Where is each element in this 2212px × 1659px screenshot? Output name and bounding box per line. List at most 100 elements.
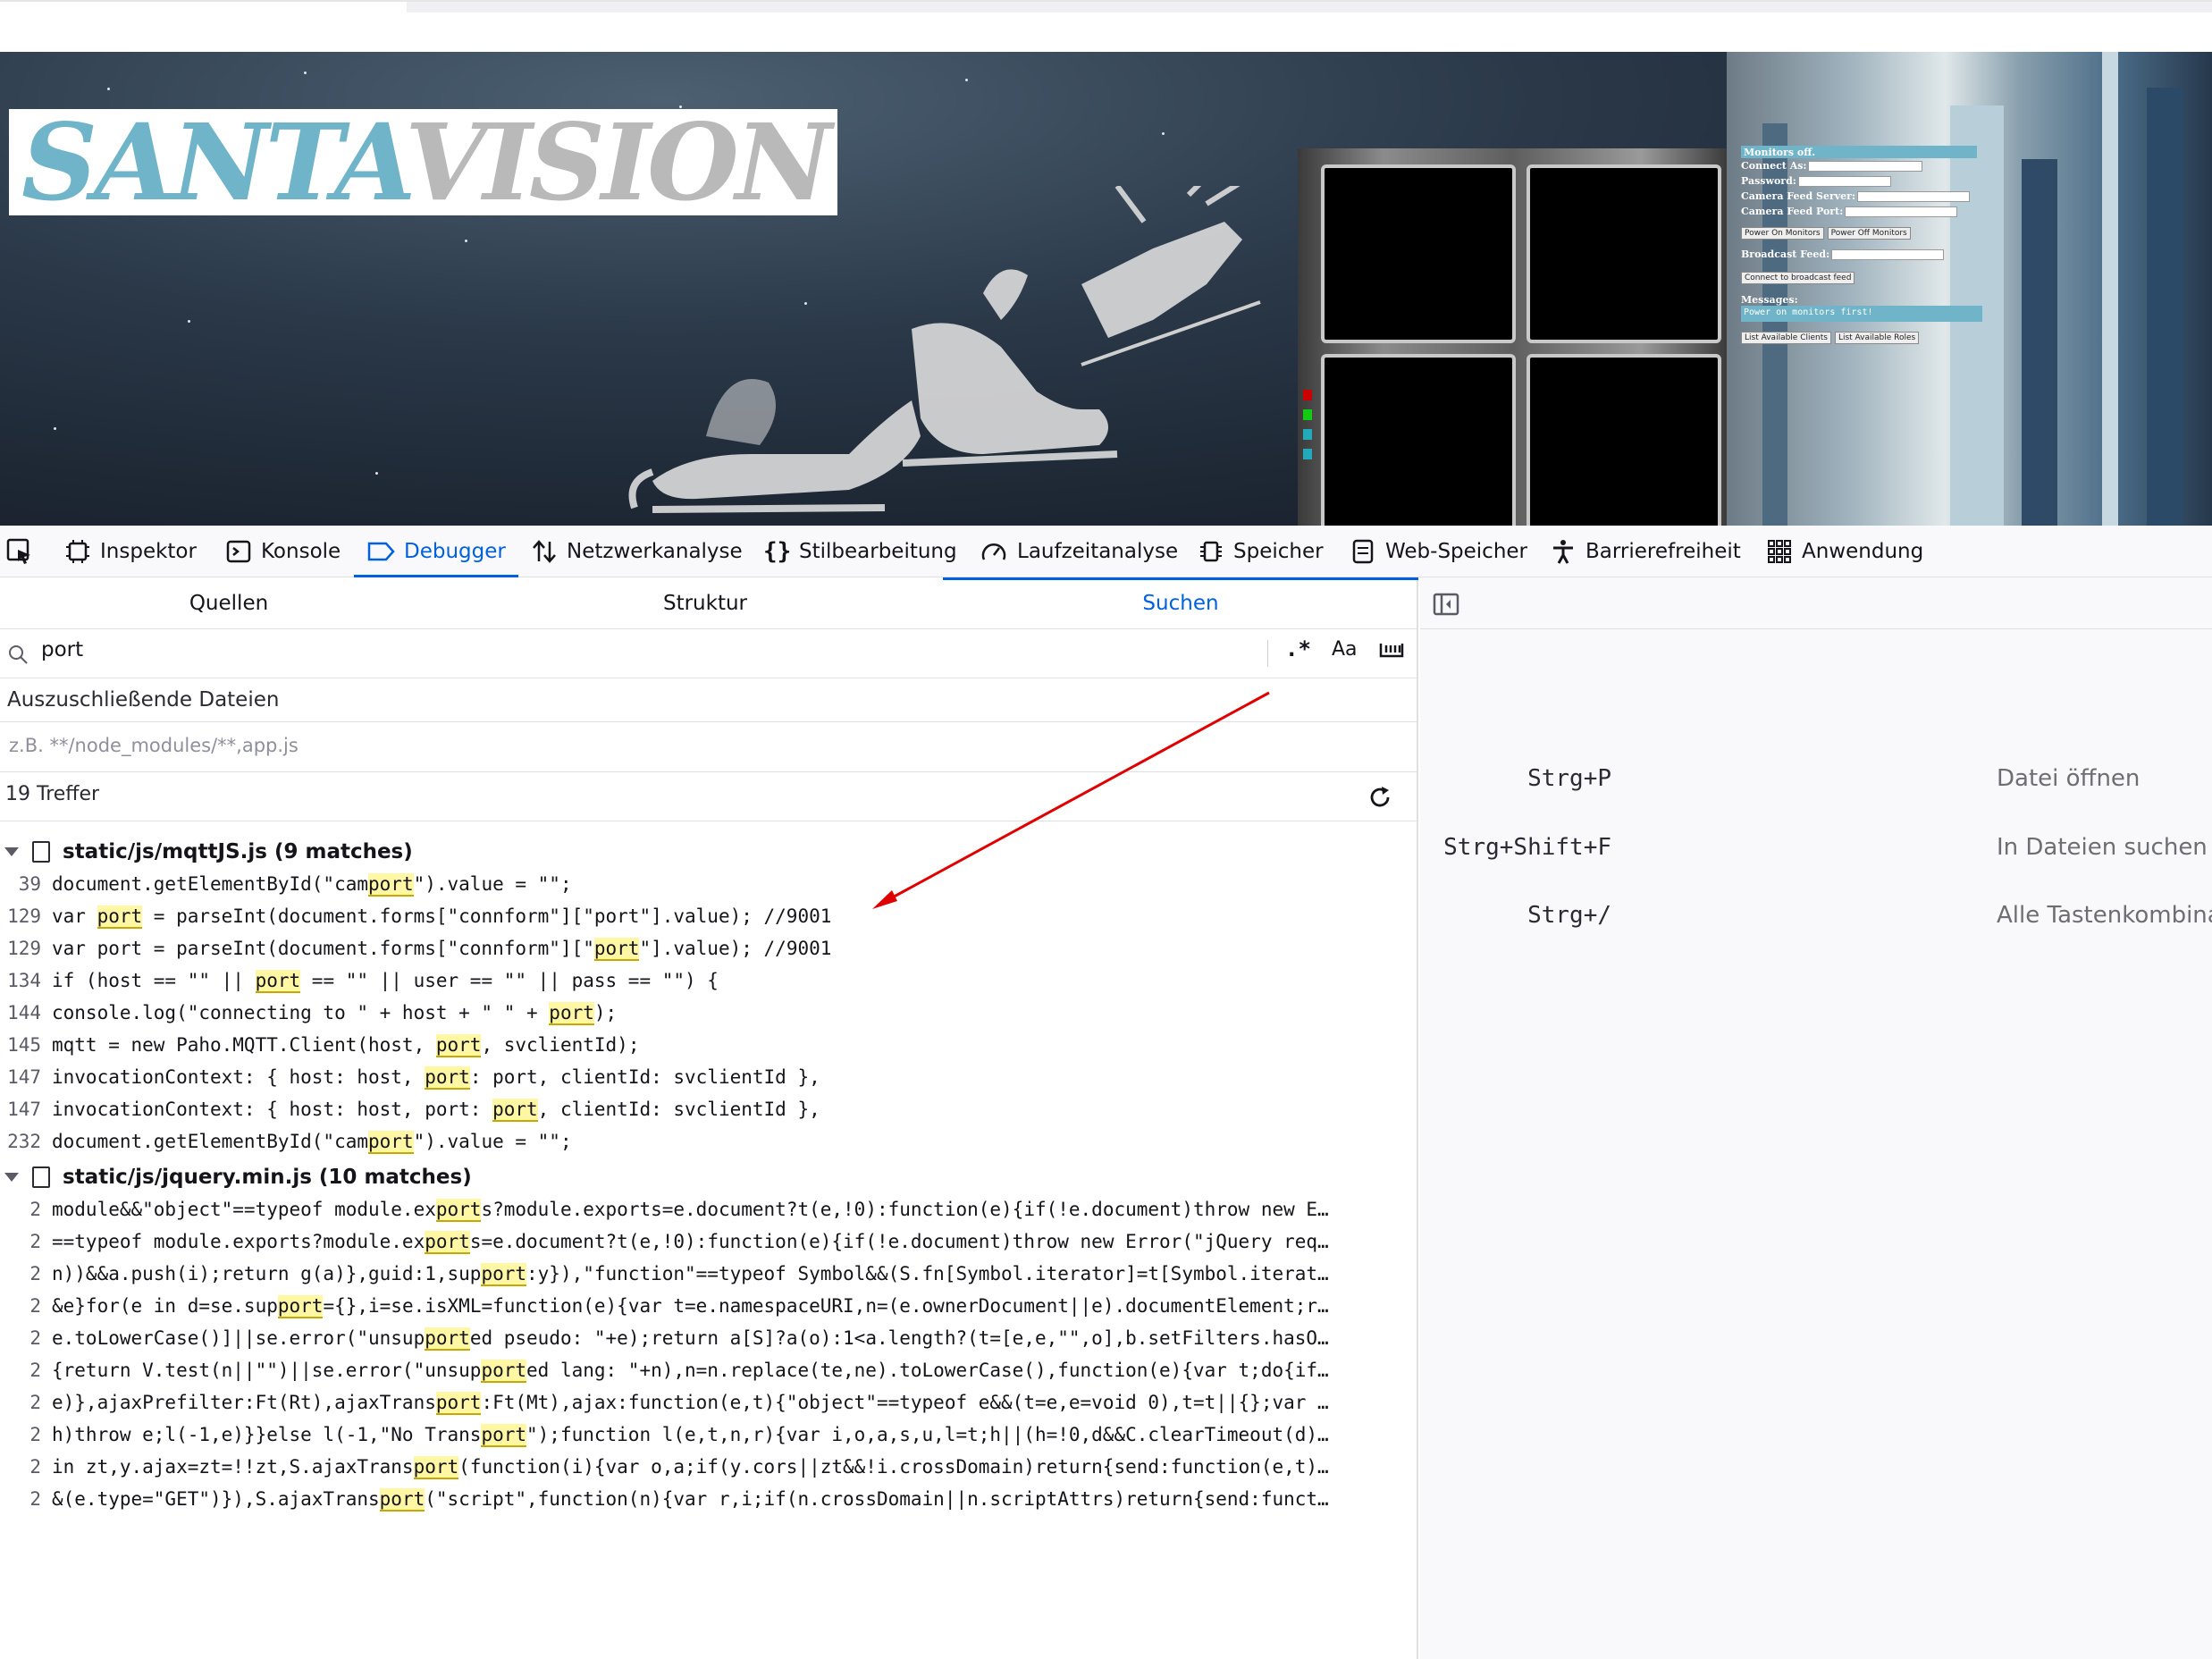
result-line[interactable]: 147 invocationContext: { host: host, port… [0, 1093, 1418, 1125]
list-clients-button[interactable]: List Available Clients [1741, 332, 1831, 344]
line-code: invocationContext: { host: host, port: p… [52, 1099, 820, 1122]
line-number: 2 [29, 1327, 41, 1349]
collapse-triangle-icon[interactable] [2, 836, 23, 868]
result-line[interactable]: 129 var port = parseInt(document.forms["c… [0, 932, 1418, 964]
line-number: 2 [29, 1295, 41, 1317]
tab-network-label: Netzwerkanalyse [567, 540, 743, 563]
grid-icon [1768, 540, 1791, 563]
tab-application[interactable]: Anwendung [1766, 526, 1923, 577]
collapse-triangle-icon[interactable] [2, 1161, 23, 1193]
search-input[interactable]: port [41, 638, 83, 661]
monitor-screen [1321, 164, 1516, 343]
tab-network[interactable]: Netzwerkanalyse [531, 526, 743, 577]
match-highlight: port [425, 1066, 470, 1090]
braces-icon: {} [763, 538, 792, 565]
tab-accessibility[interactable]: Barrierefreiheit [1550, 526, 1741, 577]
chip-icon [1200, 541, 1222, 562]
match-highlight: port [481, 1263, 527, 1286]
debugger-editor-placeholder: Strg+P Datei öffnen Strg+Shift+F In Dateien… [1420, 577, 2212, 1659]
regex-toggle[interactable]: .* [1285, 636, 1311, 661]
tab-inspector-label: Inspektor [100, 540, 197, 563]
element-picker-button[interactable] [5, 526, 34, 577]
result-line[interactable]: 2 e)},ajaxPrefilter:Ft(Rt),ajaxTransport:… [0, 1386, 1418, 1419]
tab-console[interactable]: Konsole [225, 526, 341, 577]
result-line[interactable]: 129 var port = parseInt(document.forms["c… [0, 900, 1418, 932]
result-line[interactable]: 2 n))&&a.push(i);return g(a)},guid:1,supp… [0, 1258, 1418, 1290]
result-line[interactable]: 134 if (host == "" || port == "" || user … [0, 964, 1418, 997]
tab-inspector[interactable]: Inspektor [64, 526, 197, 577]
console-icon [226, 540, 251, 563]
connect-as-input[interactable] [1808, 160, 1923, 172]
line-code: {return V.test(n||"")||se.error("unsuppo… [52, 1360, 1329, 1383]
refresh-icon[interactable] [1367, 785, 1392, 810]
messages-label: Messages: [1741, 293, 1798, 306]
broadcast-label: Broadcast Feed: [1741, 248, 1830, 260]
match-case-toggle[interactable]: Aa [1332, 638, 1358, 661]
broadcast-input[interactable] [1831, 248, 1945, 260]
result-line[interactable]: 2 ==typeof module.exports?module.exports=… [0, 1225, 1418, 1258]
tab-strip-segment [407, 2, 2212, 13]
password-input[interactable] [1797, 175, 1891, 187]
list-roles-button[interactable]: List Available Roles [1834, 332, 1920, 344]
line-code: invocationContext: { host: host, port: p… [52, 1066, 820, 1090]
result-line[interactable]: 39 document.getElementById("camport").val… [0, 868, 1418, 900]
match-highlight: port [481, 1424, 527, 1447]
result-file-header[interactable]: static/js/mqttJS.js (9 matches) [0, 836, 413, 868]
result-line[interactable]: 2 h)throw e;l(-1,e)}}else l(-1,"No Transp… [0, 1419, 1418, 1451]
file-icon [32, 1166, 50, 1188]
shortcut-key: Strg+/ [1527, 902, 1611, 929]
result-line[interactable]: 147 invocationContext: { host: host, port… [0, 1061, 1418, 1093]
network-icon [533, 540, 556, 563]
tab-memory[interactable]: Speicher [1198, 526, 1324, 577]
result-line[interactable]: 232 document.getElementById("camport").va… [0, 1125, 1418, 1158]
sub-tab-search[interactable]: Suchen [943, 577, 1418, 629]
power-on-button[interactable]: Power On Monitors [1741, 227, 1824, 240]
debugger-icon [367, 542, 395, 561]
sub-tab-outline[interactable]: Struktur [476, 577, 934, 629]
power-off-button[interactable]: Power Off Monitors [1827, 227, 1911, 240]
line-number: 144 [7, 1002, 41, 1023]
tab-style-editor-label: Stilbearbeitung [799, 540, 957, 563]
whole-word-toggle-icon[interactable] [1378, 640, 1405, 661]
tab-storage[interactable]: Web-Speicher [1350, 526, 1527, 577]
camera-port-label: Camera Feed Port: [1741, 206, 1844, 217]
line-code: var port = parseInt(document.forms["conn… [52, 938, 832, 961]
shortcut-key: Strg+Shift+F [1443, 834, 1611, 861]
monitor-screen [1527, 354, 1721, 526]
monitor-screen [1321, 354, 1516, 526]
result-line[interactable]: 2 e.toLowerCase()]||se.error("unsupported… [0, 1322, 1418, 1354]
results-summary-row: 19 Treffer [0, 772, 1418, 821]
browser-tab-strip [0, 0, 2212, 52]
sub-tab-sources[interactable]: Quellen [0, 577, 458, 629]
result-file-name: static/js/mqttJS.js (9 matches) [63, 840, 413, 863]
result-line[interactable]: 2 &e}for(e in d=se.support={},i=se.isXML=… [0, 1290, 1418, 1322]
tab-performance[interactable]: Laufzeitanalyse [980, 526, 1178, 577]
devtools-toolbar: Inspektor Konsole Debugger Netzwerkanaly… [0, 526, 2212, 577]
line-number: 2 [29, 1199, 41, 1220]
result-file-header[interactable]: static/js/jquery.min.js (10 matches) [0, 1161, 472, 1193]
match-highlight: port [277, 1295, 324, 1318]
camera-port-input[interactable] [1845, 206, 1958, 217]
match-highlight: port [368, 873, 414, 897]
result-line[interactable]: 2 module&&"object"==typeof module.exports… [0, 1193, 1418, 1225]
toggle-sidebar-icon[interactable] [1433, 593, 1459, 616]
gauge-icon [981, 543, 1006, 560]
result-line[interactable]: 144 console.log("connecting to " + host +… [0, 997, 1418, 1029]
connect-broadcast-button[interactable]: Connect to broadcast feed [1741, 272, 1855, 284]
tab-style-editor[interactable]: {} Stilbearbeitung [763, 526, 957, 577]
line-code: n))&&a.push(i);return g(a)},guid:1,suppo… [52, 1263, 1329, 1286]
camera-server-input[interactable] [1856, 190, 1970, 202]
result-line[interactable]: 2 in zt,y.ajax=zt=!!zt,S.ajaxTransport(fu… [0, 1451, 1418, 1483]
match-highlight: port [97, 905, 143, 929]
line-code: if (host == "" || port == "" || user == … [52, 970, 719, 993]
result-line[interactable]: 2 {return V.test(n||"")||se.error("unsupp… [0, 1354, 1418, 1386]
result-line[interactable]: 2 &(e.type="GET")}),S.ajaxTransport("scri… [0, 1483, 1418, 1515]
tab-debugger[interactable]: Debugger [366, 526, 506, 577]
tab-debugger-label: Debugger [404, 540, 506, 563]
exclude-files-field[interactable]: z.B. **/node_modules/**,app.js [0, 721, 1418, 772]
line-number: 2 [29, 1231, 41, 1252]
inspector-icon [66, 540, 89, 563]
line-code: in zt,y.ajax=zt=!!zt,S.ajaxTransport(fun… [52, 1456, 1329, 1479]
tab-console-label: Konsole [261, 540, 341, 563]
result-line[interactable]: 145 mqtt = new Paho.MQTT.Client(host, por… [0, 1029, 1418, 1061]
